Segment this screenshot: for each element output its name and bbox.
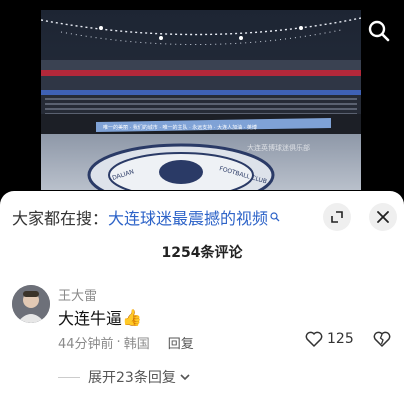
banner-text: 唯一的美丽 · 我们的城市 · 唯一的主队 · 永远支持 · 大连人加油 · 英… xyxy=(103,124,257,131)
comment-body: 大连牛逼 👍 xyxy=(58,305,142,329)
dislike-button[interactable] xyxy=(373,331,391,351)
comment-text: 大连牛逼 xyxy=(58,309,123,328)
meta-separator: · xyxy=(116,335,121,350)
like-count: 125 xyxy=(327,331,354,347)
trending-search[interactable]: 大家都在搜： 大连球迷最震撼的视频 xyxy=(12,205,280,229)
expand-replies-button[interactable]: 展开23条回复 xyxy=(58,367,191,387)
comment-sheet: 大家都在搜： 大连球迷最震撼的视频 1254条评论 王大雷 大连牛逼 👍 44分… xyxy=(0,191,404,402)
app-screen: 唯一的美丽 · 我们的城市 · 唯一的主队 · 永远支持 · 大连人加油 · 英… xyxy=(0,0,404,402)
reply-button[interactable]: 回复 xyxy=(168,333,194,352)
expand-icon xyxy=(331,211,343,223)
comment-username[interactable]: 王大雷 xyxy=(58,285,97,304)
like-button[interactable]: 125 xyxy=(305,331,354,347)
stadium-scene: 唯一的美丽 · 我们的城市 · 唯一的主队 · 永远支持 · 大连人加油 · 英… xyxy=(41,10,361,190)
comment-count: 1254条评论 xyxy=(161,245,243,261)
thumbs-up-icon: 👍 xyxy=(122,307,142,327)
search-term-link[interactable]: 大连球迷最震撼的视频 xyxy=(108,205,268,229)
video-player[interactable]: 唯一的美丽 · 我们的城市 · 唯一的主队 · 永远支持 · 大连人加油 · 英… xyxy=(41,10,361,190)
expand-replies-label: 展开23条回复 xyxy=(88,370,176,386)
search-prefix: 大家都在搜： xyxy=(12,209,109,228)
comment-location: 韩国 xyxy=(123,337,150,352)
search-button[interactable] xyxy=(364,16,394,46)
divider-line xyxy=(58,376,80,378)
close-icon xyxy=(377,211,389,223)
video-watermark: 大连英博球迷俱乐部 xyxy=(247,143,310,152)
avatar[interactable] xyxy=(12,285,50,323)
expand-sheet-button[interactable] xyxy=(323,203,351,231)
search-icon xyxy=(368,20,390,42)
comment-meta: 44分钟前 · 韩国 回复 xyxy=(58,333,194,352)
close-button[interactable] xyxy=(369,203,397,231)
comment-time: 44分钟前 xyxy=(58,337,114,352)
heart-icon xyxy=(305,331,323,347)
broken-heart-icon xyxy=(373,331,391,347)
chevron-down-icon xyxy=(179,371,191,383)
search-icon xyxy=(270,212,280,222)
comment-item: 王大雷 大连牛逼 👍 44分钟前 · 韩国 回复 125 xyxy=(0,281,404,361)
